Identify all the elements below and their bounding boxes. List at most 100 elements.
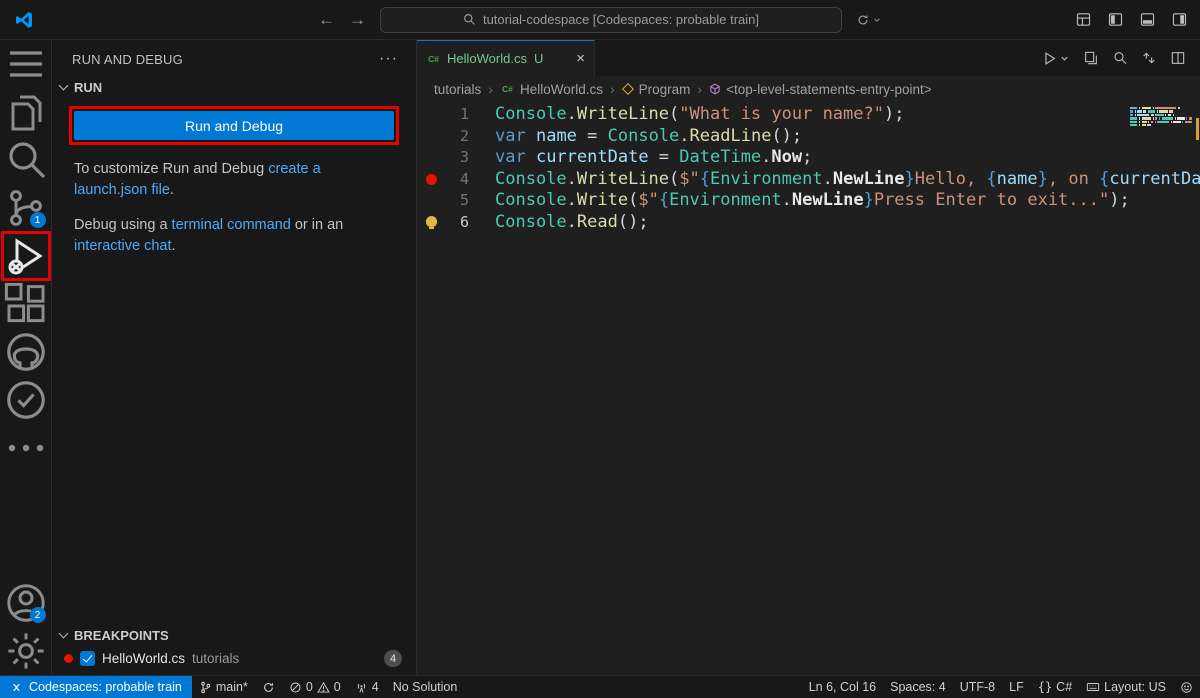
ports-status[interactable]: 4 [348, 676, 386, 698]
sidebar-item-source-control[interactable]: 1 [2, 184, 50, 232]
breakpoint-checkbox[interactable] [80, 651, 95, 666]
code-text: Console.WriteLine($"{Environment.NewLine… [495, 169, 1200, 191]
code-line[interactable]: 1Console.WriteLine("What is your name?")… [417, 104, 1200, 126]
minimap[interactable] [1130, 107, 1192, 127]
tab-untracked-badge: U [534, 51, 543, 66]
feedback-button[interactable] [1173, 676, 1200, 698]
lightbulb-icon[interactable] [426, 216, 437, 227]
search-editor-icon[interactable] [1112, 50, 1128, 66]
eol-label: LF [1009, 680, 1024, 694]
breadcrumb-class[interactable]: Program [622, 82, 691, 97]
hint-text: . [172, 238, 176, 254]
sidebar-item-search[interactable] [2, 136, 50, 184]
settings-button[interactable] [2, 627, 50, 675]
indentation[interactable]: Spaces: 4 [883, 676, 953, 698]
sidebar-item-extensions[interactable] [2, 280, 50, 328]
breadcrumb-separator: › [488, 81, 493, 97]
open-changes-icon[interactable] [1083, 50, 1099, 66]
customize-layout-icon[interactable] [1075, 11, 1092, 28]
github-icon [2, 328, 50, 376]
sidebar-item-run-debug[interactable] [2, 232, 50, 280]
tab-helloworld[interactable]: C# HelloWorld.cs U × [417, 40, 595, 76]
breakpoint-dot[interactable] [426, 174, 437, 185]
more-views-button[interactable] [2, 424, 50, 472]
breakpoint-list-item[interactable]: HelloWorld.cs tutorials 4 [52, 647, 416, 673]
overview-ruler-marker [1196, 118, 1199, 140]
encoding[interactable]: UTF-8 [953, 676, 1002, 698]
errors-icon [289, 681, 302, 694]
gutter[interactable]: 3 [417, 147, 495, 169]
workspace-switch-icon[interactable] [856, 13, 882, 27]
code-text: Console.WriteLine("What is your name?"); [495, 104, 1200, 126]
editor-actions [1041, 40, 1200, 76]
files-icon [2, 88, 50, 136]
remote-indicator[interactable]: Codespaces: probable train [0, 676, 192, 698]
gutter[interactable]: 2 [417, 126, 495, 148]
play-icon [1041, 50, 1058, 67]
chevron-down-icon [59, 629, 69, 639]
tab-bar: C# HelloWorld.cs U × [417, 40, 1200, 76]
language-mode[interactable]: {} C# [1031, 676, 1079, 698]
line-number: 2 [460, 126, 469, 148]
breadcrumb-file[interactable]: C# HelloWorld.cs [500, 82, 603, 97]
code-line[interactable]: 2var name = Console.ReadLine(); [417, 126, 1200, 148]
sidebar-item-explorer[interactable] [2, 88, 50, 136]
debug-hint: Debug using a terminal command or in an … [52, 201, 416, 257]
git-branch-icon [199, 681, 212, 694]
breadcrumb-entry-point[interactable]: <top-level-statements-entry-point> [709, 82, 932, 97]
interactive-chat-link[interactable]: interactive chat [74, 238, 172, 254]
toggle-secondary-sidebar-icon[interactable] [1171, 11, 1188, 28]
breakpoint-path: tutorials [192, 651, 239, 666]
gutter[interactable]: 5 [417, 190, 495, 212]
code-editor[interactable]: 1Console.WriteLine("What is your name?")… [417, 102, 1200, 675]
code-line[interactable]: 3var currentDate = DateTime.Now; [417, 147, 1200, 169]
close-icon[interactable]: × [576, 50, 585, 67]
csharp-file-icon: C# [500, 82, 515, 97]
sidebar-title: RUN AND DEBUG [72, 52, 183, 67]
eol-sequence[interactable]: LF [1002, 676, 1031, 698]
run-and-debug-button[interactable]: Run and Debug [74, 111, 394, 140]
branch-status[interactable]: main* [192, 676, 255, 698]
hint-text: . [170, 182, 174, 198]
run-or-debug-button[interactable] [1041, 50, 1070, 67]
code-line[interactable]: 4Console.WriteLine($"{Environment.NewLin… [417, 169, 1200, 191]
gutter[interactable]: 1 [417, 104, 495, 126]
keyboard-layout[interactable]: Layout: US [1079, 676, 1173, 698]
problems-status[interactable]: 0 0 [282, 676, 348, 698]
sidebar-item-testing[interactable] [2, 376, 50, 424]
solution-status[interactable]: No Solution [386, 676, 465, 698]
solution-label: No Solution [393, 680, 458, 694]
sync-status[interactable] [255, 676, 282, 698]
breadcrumb-folder[interactable]: tutorials [434, 82, 481, 97]
cursor-position[interactable]: Ln 6, Col 16 [802, 676, 883, 698]
split-editor-icon[interactable] [1170, 50, 1186, 66]
views-more-actions-icon[interactable]: ··· [379, 50, 398, 68]
toggle-panel-icon[interactable] [1139, 11, 1156, 28]
errors-count: 0 [306, 680, 313, 694]
terminal-command-link[interactable]: terminal command [172, 217, 291, 233]
breakpoints-header[interactable]: BREAKPOINTS [52, 624, 416, 647]
gutter[interactable]: 6 [417, 212, 495, 234]
accounts-button[interactable]: 2 [2, 579, 50, 627]
symbol-method-icon [709, 83, 721, 95]
code-line[interactable]: 6Console.Read(); [417, 212, 1200, 234]
back-arrow-icon[interactable]: ← [318, 11, 335, 28]
forward-arrow-icon[interactable]: → [349, 11, 366, 28]
code-line[interactable]: 5Console.Write($"{Environment.NewLine}Pr… [417, 190, 1200, 212]
radio-tower-icon [355, 681, 368, 694]
breakpoints-label: BREAKPOINTS [74, 628, 169, 643]
sync-changes-icon[interactable] [1141, 50, 1157, 66]
sidebar-item-github[interactable] [2, 328, 50, 376]
menu-button[interactable] [2, 40, 50, 88]
symbol-class-icon [622, 83, 634, 95]
search-text: tutorial-codespace [Codespaces: probable… [483, 12, 759, 27]
source-control-badge: 1 [30, 212, 46, 228]
indentation-label: Spaces: 4 [890, 680, 946, 694]
toggle-sidebar-icon[interactable] [1107, 11, 1124, 28]
encoding-label: UTF-8 [960, 680, 995, 694]
line-number: 5 [460, 190, 469, 212]
breakpoint-count-badge: 4 [384, 650, 402, 667]
command-center-search[interactable]: tutorial-codespace [Codespaces: probable… [380, 7, 842, 33]
gutter[interactable]: 4 [417, 169, 495, 191]
run-section-header[interactable]: RUN [52, 78, 416, 97]
